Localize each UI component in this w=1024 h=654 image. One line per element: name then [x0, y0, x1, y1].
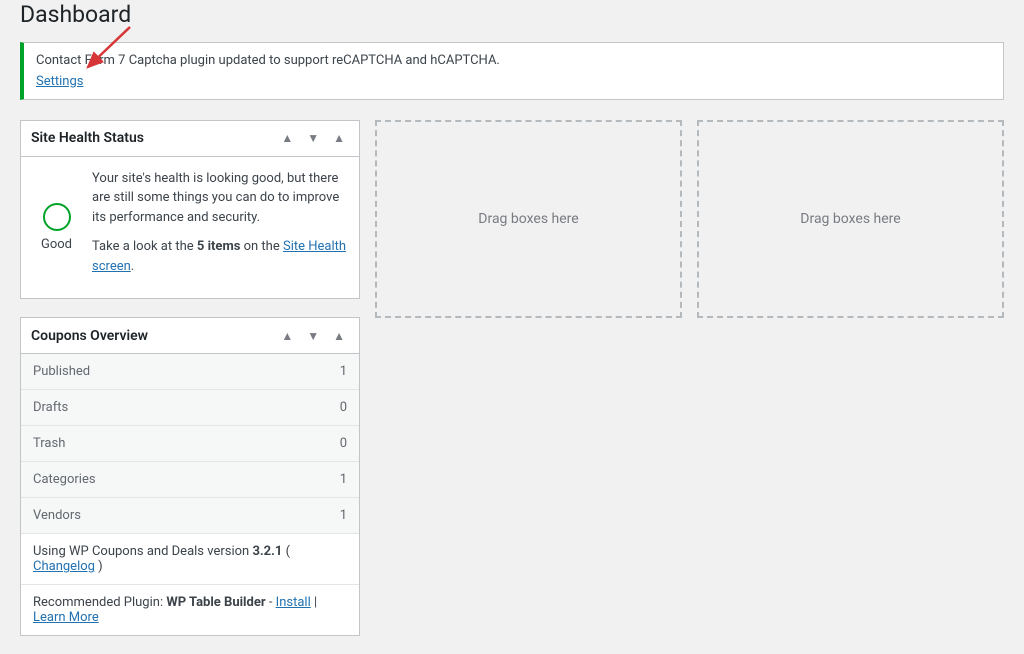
dropzone-1[interactable]: Drag boxes here — [375, 120, 682, 318]
coupon-row-count: 1 — [340, 508, 347, 523]
coupon-row-label: Published — [33, 364, 90, 379]
notice-text: Contact Form 7 Captcha plugin updated to… — [36, 53, 991, 68]
move-up-icon[interactable]: ▲ — [277, 127, 297, 149]
recommended-plugin-info: Recommended Plugin: WP Table Builder - I… — [21, 585, 359, 635]
coupons-version-info: Using WP Coupons and Deals version 3.2.1… — [21, 534, 359, 585]
coupon-row-label: Trash — [33, 436, 65, 451]
coupon-row[interactable]: Categories 1 — [21, 462, 359, 498]
coupons-overview-widget: Coupons Overview ▲ ▼ ▲ Published 1 Drafts 0… — [20, 317, 360, 636]
toggle-icon[interactable]: ▲ — [329, 127, 349, 149]
changelog-link[interactable]: Changelog — [33, 559, 95, 574]
learn-more-link[interactable]: Learn More — [33, 610, 99, 625]
coupon-row[interactable]: Trash 0 — [21, 426, 359, 462]
health-items-text: Take a look at the 5 items on the Site H… — [92, 237, 349, 276]
install-link[interactable]: Install — [276, 595, 311, 610]
coupon-row-label: Drafts — [33, 400, 68, 415]
coupons-title: Coupons Overview — [31, 328, 148, 344]
coupon-row-count: 0 — [340, 436, 347, 451]
coupon-row-count: 0 — [340, 400, 347, 415]
plugin-update-notice: Contact Form 7 Captcha plugin updated to… — [20, 42, 1004, 100]
coupon-row[interactable]: Vendors 1 — [21, 498, 359, 534]
health-description: Your site's health is looking good, but … — [92, 169, 349, 228]
move-up-icon[interactable]: ▲ — [277, 325, 297, 347]
coupon-row-count: 1 — [340, 472, 347, 487]
site-health-title: Site Health Status — [31, 130, 144, 146]
coupon-row-label: Vendors — [33, 508, 81, 523]
health-status-circle-icon — [43, 203, 71, 231]
coupon-row-count: 1 — [340, 364, 347, 379]
move-down-icon[interactable]: ▼ — [303, 325, 323, 347]
coupon-row[interactable]: Published 1 — [21, 354, 359, 390]
coupon-row[interactable]: Drafts 0 — [21, 390, 359, 426]
notice-settings-link[interactable]: Settings — [36, 74, 83, 89]
coupon-row-label: Categories — [33, 472, 96, 487]
dropzone-2[interactable]: Drag boxes here — [697, 120, 1004, 318]
health-status-label: Good — [41, 237, 72, 252]
toggle-icon[interactable]: ▲ — [329, 325, 349, 347]
move-down-icon[interactable]: ▼ — [303, 127, 323, 149]
site-health-widget: Site Health Status ▲ ▼ ▲ Good Your site'… — [20, 120, 360, 300]
page-title: Dashboard — [0, 0, 1024, 42]
